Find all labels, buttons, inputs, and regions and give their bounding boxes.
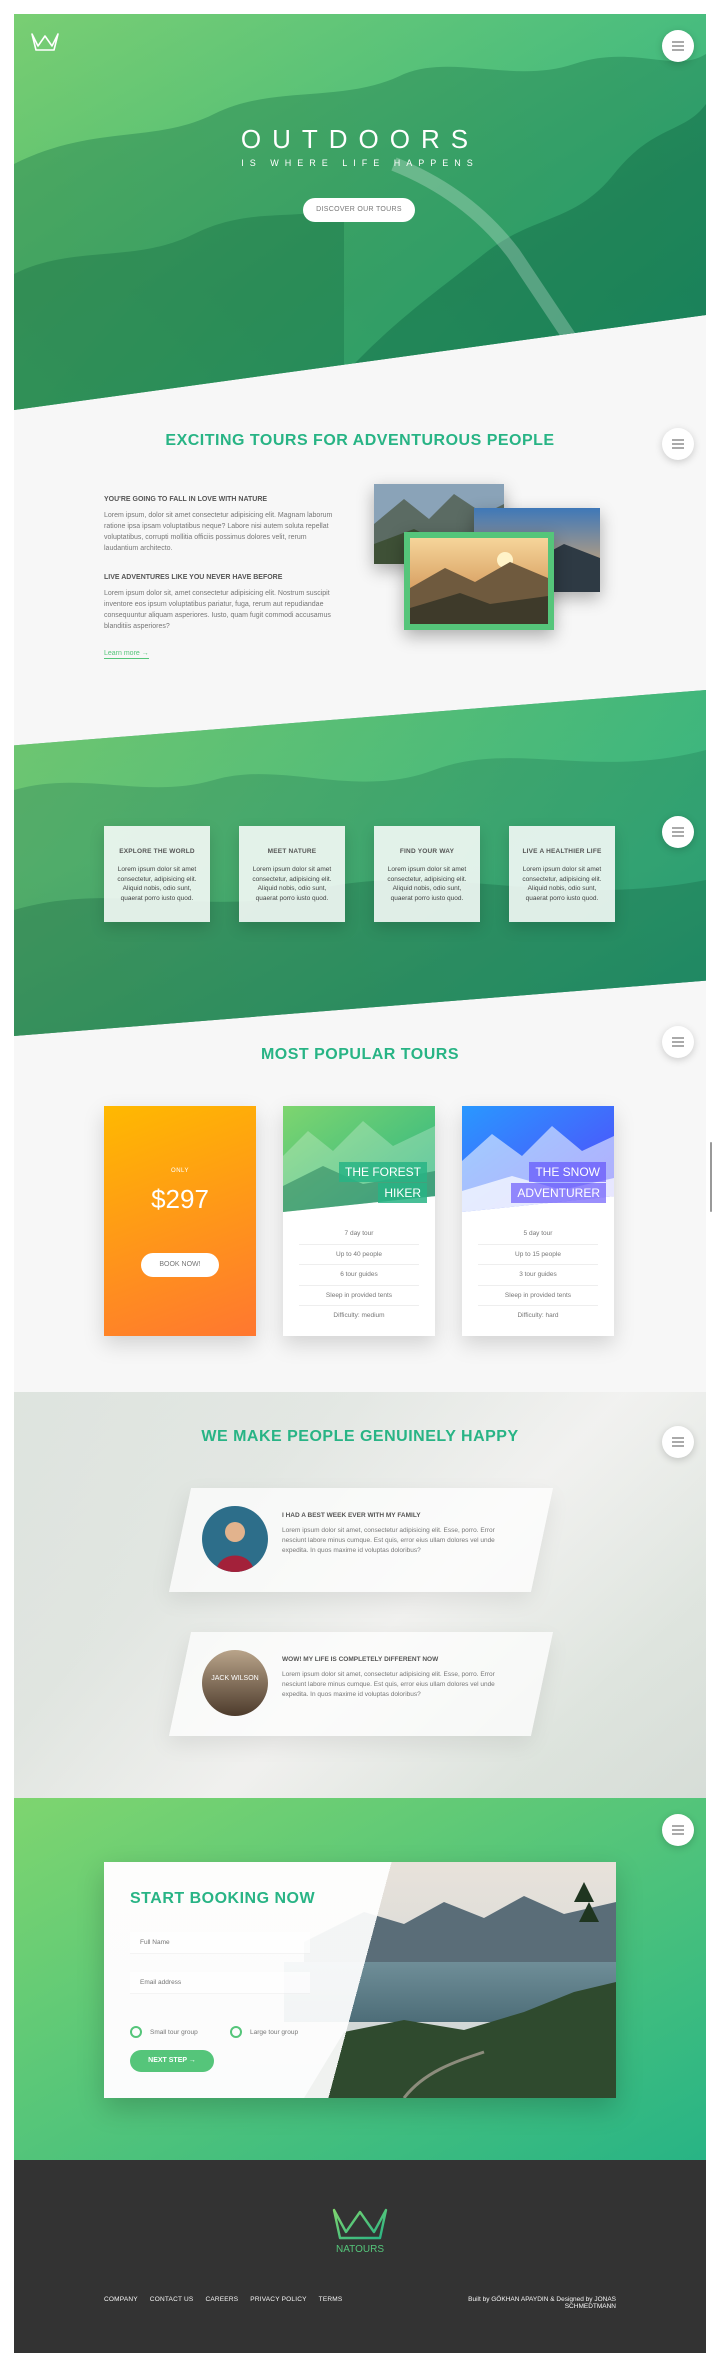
discover-tours-button[interactable]: DISCOVER OUR TOURS <box>303 198 415 222</box>
crown-logo-icon[interactable] <box>330 2204 390 2240</box>
story-text: Lorem ipsum dolor sit amet, consectetur … <box>282 1527 495 1554</box>
feature-box: EXPLORE THE WORLD Lorem ipsum dolor sit … <box>104 826 210 922</box>
radio-button[interactable] <box>130 2026 142 2038</box>
radio-large-group[interactable]: Large tour group <box>230 2026 298 2038</box>
footer-brand: NATOURS <box>336 2244 384 2255</box>
footer-link-careers[interactable]: CAREERS <box>205 2296 238 2303</box>
footer-nav: COMPANY CONTACT US CAREERS PRIVACY POLIC… <box>104 2296 354 2303</box>
radio-label: Large tour group <box>250 2028 299 2036</box>
footer-credit: Built by GÖKHAN APAYDIN & Designed by JO… <box>468 2296 616 2310</box>
tour-detail: Up to 40 people <box>299 1245 419 1265</box>
price-card: ONLY $297 BOOK NOW! <box>104 1106 256 1336</box>
card-heading: THE SNOW <box>529 1162 606 1182</box>
story-avatar <box>202 1506 268 1572</box>
footer-link-privacy[interactable]: PRIVACY POLICY <box>250 2296 306 2303</box>
booking-title: START BOOKING NOW <box>130 1890 316 1907</box>
hero-title: OUTDOORS <box>240 124 480 154</box>
footer: NATOURS COMPANY CONTACT US CAREERS PRIVA… <box>14 2160 706 2353</box>
menu-icon <box>672 1437 684 1447</box>
price-value: $297 <box>151 1184 209 1214</box>
next-step-button[interactable]: NEXT STEP → <box>130 2050 214 2072</box>
card-heading: HIKER <box>378 1183 427 1203</box>
booking-card: START BOOKING NOW Small tour group Large… <box>104 1862 616 2098</box>
menu-icon <box>672 41 684 51</box>
footer-link-company[interactable]: COMPANY <box>104 2296 138 2303</box>
tour-details-list: 5 day tour Up to 15 people 3 tour guides… <box>478 1224 598 1327</box>
feature-text: Lorem ipsum dolor sit amet consectetur, … <box>522 866 602 902</box>
feature-box: MEET NATURE Lorem ipsum dolor sit amet c… <box>239 826 345 922</box>
tour-card-forest[interactable]: THE FOREST HIKER 7 day tour Up to 40 peo… <box>283 1106 435 1336</box>
story-text: Lorem ipsum dolor sit amet, consectetur … <box>282 1671 495 1698</box>
feature-title: FIND YOUR WAY <box>399 848 455 855</box>
radio-button[interactable] <box>230 2026 242 2038</box>
feature-text: Lorem ipsum dolor sit amet consectetur, … <box>252 866 332 902</box>
feature-title: EXPLORE THE WORLD <box>119 848 195 855</box>
page: OUTDOORS IS WHERE LIFE HAPPENS DISCOVER … <box>14 14 706 2353</box>
tour-detail: 3 tour guides <box>478 1265 598 1286</box>
email-field[interactable] <box>130 1972 310 1994</box>
crown-logo-icon[interactable] <box>30 30 60 52</box>
menu-button-features[interactable] <box>662 816 694 848</box>
tour-detail: Sleep in provided tents <box>299 1286 419 1306</box>
scrollbar-thumb[interactable] <box>710 1142 712 1212</box>
tour-detail: Up to 15 people <box>478 1245 598 1265</box>
menu-icon <box>672 439 684 449</box>
about-heading-2: LIVE ADVENTURES LIKE YOU NEVER HAVE BEFO… <box>104 574 283 581</box>
tour-detail: 5 day tour <box>478 1224 598 1245</box>
about-text-1: Lorem ipsum, dolor sit amet consectetur … <box>104 512 333 552</box>
story-avatar: JACK WILSON <box>202 1650 268 1716</box>
story-card: JACK WILSON WOW! MY LIFE IS COMPLETELY D… <box>168 1632 554 1736</box>
story-avatar-caption: JACK WILSON <box>211 1675 259 1682</box>
feature-text: Lorem ipsum dolor sit amet consectetur, … <box>117 866 197 902</box>
feature-title: MEET NATURE <box>267 848 317 855</box>
story-card: I HAD A BEST WEEK EVER WITH MY FAMILY Lo… <box>168 1488 554 1592</box>
menu-icon <box>672 1037 684 1047</box>
menu-button-stories[interactable] <box>662 1426 694 1458</box>
tour-detail: Difficulty: hard <box>517 1312 559 1319</box>
book-now-button[interactable]: BOOK NOW! <box>141 1253 219 1277</box>
tour-detail: Difficulty: medium <box>333 1312 385 1319</box>
story-heading: WOW! MY LIFE IS COMPLETELY DIFFERENT NOW <box>282 1656 439 1663</box>
learn-more-link[interactable]: Learn more → <box>104 650 149 659</box>
tour-detail: Sleep in provided tents <box>478 1286 598 1306</box>
radio-small-group[interactable]: Small tour group <box>130 2026 198 2038</box>
stories-section <box>14 1392 706 1812</box>
about-text-2: Lorem ipsum dolor sit, amet consectetur … <box>104 590 331 630</box>
about-photo-3 <box>404 532 554 630</box>
menu-button-about[interactable] <box>662 428 694 460</box>
tour-details-list: 7 day tour Up to 40 people 6 tour guides… <box>299 1224 419 1327</box>
about-title: EXCITING TOURS FOR ADVENTUROUS PEOPLE <box>165 432 555 449</box>
full-name-field[interactable] <box>130 1932 310 1954</box>
about-heading-1: YOU'RE GOING TO FALL IN LOVE WITH NATURE <box>104 496 268 503</box>
price-only-label: ONLY <box>171 1168 189 1174</box>
feature-box: LIVE A HEALTHIER LIFE Lorem ipsum dolor … <box>509 826 615 922</box>
card-heading: ADVENTURER <box>511 1183 606 1203</box>
hero-subtitle: IS WHERE LIFE HAPPENS <box>241 158 479 168</box>
tour-detail: 6 tour guides <box>299 1265 419 1286</box>
tour-card-snow[interactable]: THE SNOW ADVENTURER 5 day tour Up to 15 … <box>462 1106 614 1336</box>
footer-link-contact[interactable]: CONTACT US <box>150 2296 194 2303</box>
feature-box: FIND YOUR WAY Lorem ipsum dolor sit amet… <box>374 826 480 922</box>
footer-link-terms[interactable]: TERMS <box>319 2296 343 2303</box>
menu-icon <box>672 1825 684 1835</box>
menu-button[interactable] <box>662 30 694 62</box>
feature-title: LIVE A HEALTHIER LIFE <box>522 848 602 855</box>
tours-title: MOST POPULAR TOURS <box>260 1046 460 1063</box>
stories-title: WE MAKE PEOPLE GENUINELY HAPPY <box>201 1428 519 1445</box>
tour-detail: 7 day tour <box>299 1224 419 1245</box>
menu-button-booking[interactable] <box>662 1814 694 1846</box>
story-heading: I HAD A BEST WEEK EVER WITH MY FAMILY <box>282 1512 421 1519</box>
radio-label: Small tour group <box>150 2028 198 2036</box>
card-heading: THE FOREST <box>338 1162 427 1182</box>
menu-icon <box>672 827 684 837</box>
feature-text: Lorem ipsum dolor sit amet consectetur, … <box>387 866 467 902</box>
menu-button-tours[interactable] <box>662 1026 694 1058</box>
